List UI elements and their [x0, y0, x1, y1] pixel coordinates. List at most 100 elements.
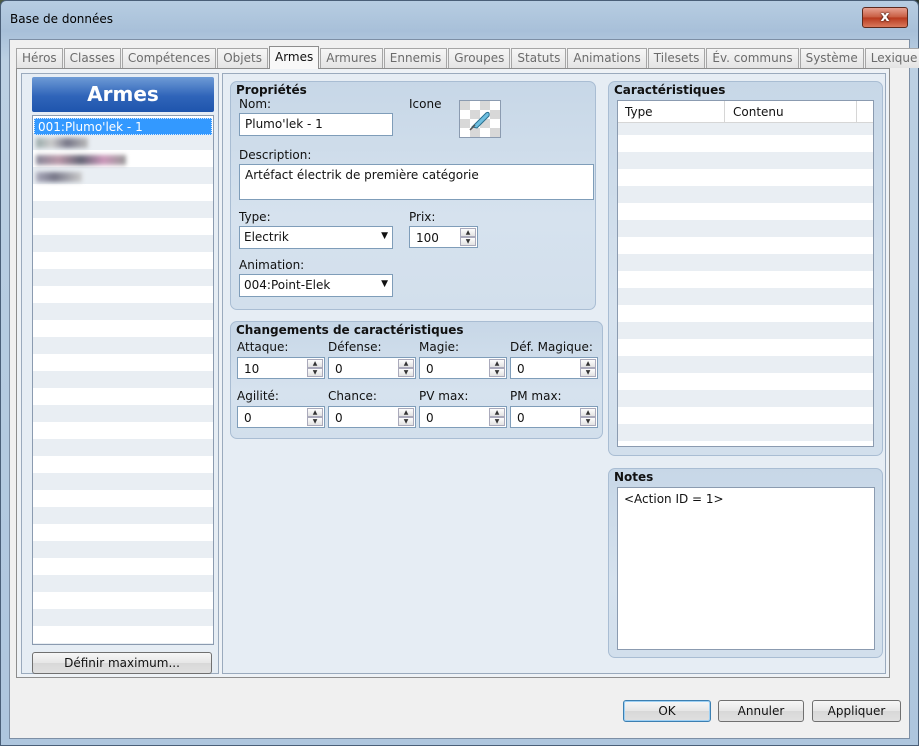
tab-competences[interactable]: Compétences	[121, 48, 217, 68]
tab-armes[interactable]: Armes	[268, 46, 320, 69]
spin-up-icon[interactable]: ▲	[398, 408, 414, 417]
description-field[interactable]: Artéfact électrik de première catégorie	[239, 164, 594, 200]
spin-down-icon[interactable]: ▼	[307, 417, 323, 426]
stat-label: Agilité:	[237, 389, 279, 403]
type-value: Electrik	[244, 230, 289, 244]
max-mp-stepper[interactable]: 0 ▲ ▼	[510, 406, 598, 428]
feather-icon	[460, 101, 500, 137]
traits-table-header: Type Contenu	[618, 101, 873, 123]
price-stepper[interactable]: 100 ▲ ▼	[409, 226, 478, 248]
spin-down-icon[interactable]: ▼	[398, 417, 414, 426]
dialog-client: Héros Classes Compétences Objets Armes A…	[9, 39, 919, 739]
tab-objets[interactable]: Objets	[217, 48, 268, 68]
tab-armures[interactable]: Armures	[320, 48, 383, 68]
close-button[interactable]: x	[862, 7, 908, 28]
name-label: Nom:	[239, 97, 272, 111]
spin-up-icon[interactable]: ▲	[489, 408, 505, 417]
column-header-content[interactable]: Contenu	[733, 105, 784, 119]
tab-statuts[interactable]: Statuts	[511, 48, 567, 68]
stat-label: Défense:	[328, 340, 382, 354]
stat-value: 0	[517, 411, 525, 425]
tab-heros[interactable]: Héros	[16, 48, 63, 68]
tab-classes[interactable]: Classes	[63, 48, 121, 68]
name-field[interactable]: Plumo'lek - 1	[239, 113, 393, 136]
traits-title: Caractéristiques	[614, 83, 726, 97]
tab-panel-armes: Armes 001:Plumo'lek - 1 Définir maximum.…	[16, 68, 890, 678]
title-bar[interactable]: Base de données x	[1, 1, 918, 35]
tab-lexique[interactable]: Lexique	[864, 48, 919, 68]
animation-label: Animation:	[239, 258, 305, 272]
column-header-type[interactable]: Type	[625, 105, 653, 119]
tab-tilesets[interactable]: Tilesets	[647, 48, 706, 68]
spin-down-icon[interactable]: ▼	[489, 368, 505, 377]
max-hp-stepper[interactable]: 0 ▲ ▼	[419, 406, 507, 428]
tab-animations[interactable]: Animations	[567, 48, 647, 68]
tab-bar: Héros Classes Compétences Objets Armes A…	[16, 46, 919, 69]
luck-stepper[interactable]: 0 ▲ ▼	[328, 406, 416, 428]
stat-changes-title: Changements de caractéristiques	[236, 323, 464, 337]
stat-value: 0	[335, 362, 343, 376]
spin-up-icon[interactable]: ▲	[398, 359, 414, 368]
attack-stepper[interactable]: 10 ▲ ▼	[237, 357, 325, 379]
tab-systeme[interactable]: Système	[799, 48, 864, 68]
properties-group: Propriétés Nom: Plumo'lek - 1 Icone Desc…	[230, 81, 596, 310]
stat-value: 0	[244, 411, 252, 425]
cancel-button[interactable]: Annuler	[718, 700, 804, 722]
traits-table[interactable]: Type Contenu	[617, 100, 874, 447]
type-label: Type:	[239, 210, 271, 224]
icon-picker[interactable]	[459, 100, 501, 138]
stat-label: Magie:	[419, 340, 460, 354]
chevron-down-icon: ▼	[381, 279, 388, 289]
price-value: 100	[416, 231, 439, 245]
chevron-down-icon: ▼	[381, 231, 388, 241]
spin-up-icon[interactable]: ▲	[489, 359, 505, 368]
magic-defense-stepper[interactable]: 0 ▲ ▼	[510, 357, 598, 379]
spin-down-icon[interactable]: ▼	[460, 237, 476, 246]
spin-down-icon[interactable]: ▼	[580, 417, 596, 426]
notes-textarea[interactable]: <Action ID = 1>	[617, 487, 875, 650]
stat-label: PM max:	[510, 389, 562, 403]
spin-up-icon[interactable]: ▲	[307, 408, 323, 417]
define-maximum-button[interactable]: Définir maximum...	[32, 652, 212, 674]
price-label: Prix:	[409, 210, 436, 224]
list-header: Armes	[32, 77, 214, 112]
stat-value: 0	[335, 411, 343, 425]
spin-down-icon[interactable]: ▼	[580, 368, 596, 377]
stat-label: Attaque:	[237, 340, 289, 354]
animation-value: 004:Point-Elek	[244, 278, 331, 292]
agility-stepper[interactable]: 0 ▲ ▼	[237, 406, 325, 428]
list-item-blurred[interactable]	[33, 169, 213, 186]
window-title: Base de données	[10, 12, 114, 26]
spin-up-icon[interactable]: ▲	[580, 359, 596, 368]
stat-changes-group: Changements de caractéristiques Attaque:…	[230, 321, 603, 439]
traits-group: Caractéristiques Type Contenu	[608, 81, 883, 456]
weapon-list-panel: Armes 001:Plumo'lek - 1 Définir maximum.…	[21, 73, 219, 674]
list-item-selected[interactable]: 001:Plumo'lek - 1	[34, 118, 212, 135]
defense-stepper[interactable]: 0 ▲ ▼	[328, 357, 416, 379]
stat-label: Déf. Magique:	[510, 340, 593, 354]
spin-down-icon[interactable]: ▼	[398, 368, 414, 377]
weapon-list[interactable]: 001:Plumo'lek - 1	[32, 115, 214, 645]
spin-up-icon[interactable]: ▲	[307, 359, 323, 368]
spin-down-icon[interactable]: ▼	[489, 417, 505, 426]
notes-group: Notes <Action ID = 1>	[608, 468, 883, 658]
spin-up-icon[interactable]: ▲	[580, 408, 596, 417]
list-item-blurred[interactable]	[33, 152, 213, 169]
tab-evenements-communs[interactable]: Év. communs	[706, 48, 799, 68]
type-select[interactable]: Electrik ▼	[239, 226, 393, 249]
stat-label: PV max:	[419, 389, 469, 403]
stat-value: 0	[517, 362, 525, 376]
animation-select[interactable]: 004:Point-Elek ▼	[239, 274, 393, 297]
apply-button[interactable]: Appliquer	[812, 700, 901, 722]
tab-ennemis[interactable]: Ennemis	[383, 48, 448, 68]
close-icon: x	[880, 9, 890, 25]
spin-down-icon[interactable]: ▼	[307, 368, 323, 377]
icon-label: Icone	[409, 97, 442, 111]
weapon-editor: Propriétés Nom: Plumo'lek - 1 Icone Desc…	[222, 73, 886, 674]
magic-stepper[interactable]: 0 ▲ ▼	[419, 357, 507, 379]
stat-label: Chance:	[328, 389, 377, 403]
list-item-blurred[interactable]	[33, 135, 213, 152]
ok-button[interactable]: OK	[623, 700, 711, 722]
spin-up-icon[interactable]: ▲	[460, 228, 476, 237]
tab-groupes[interactable]: Groupes	[448, 48, 511, 68]
